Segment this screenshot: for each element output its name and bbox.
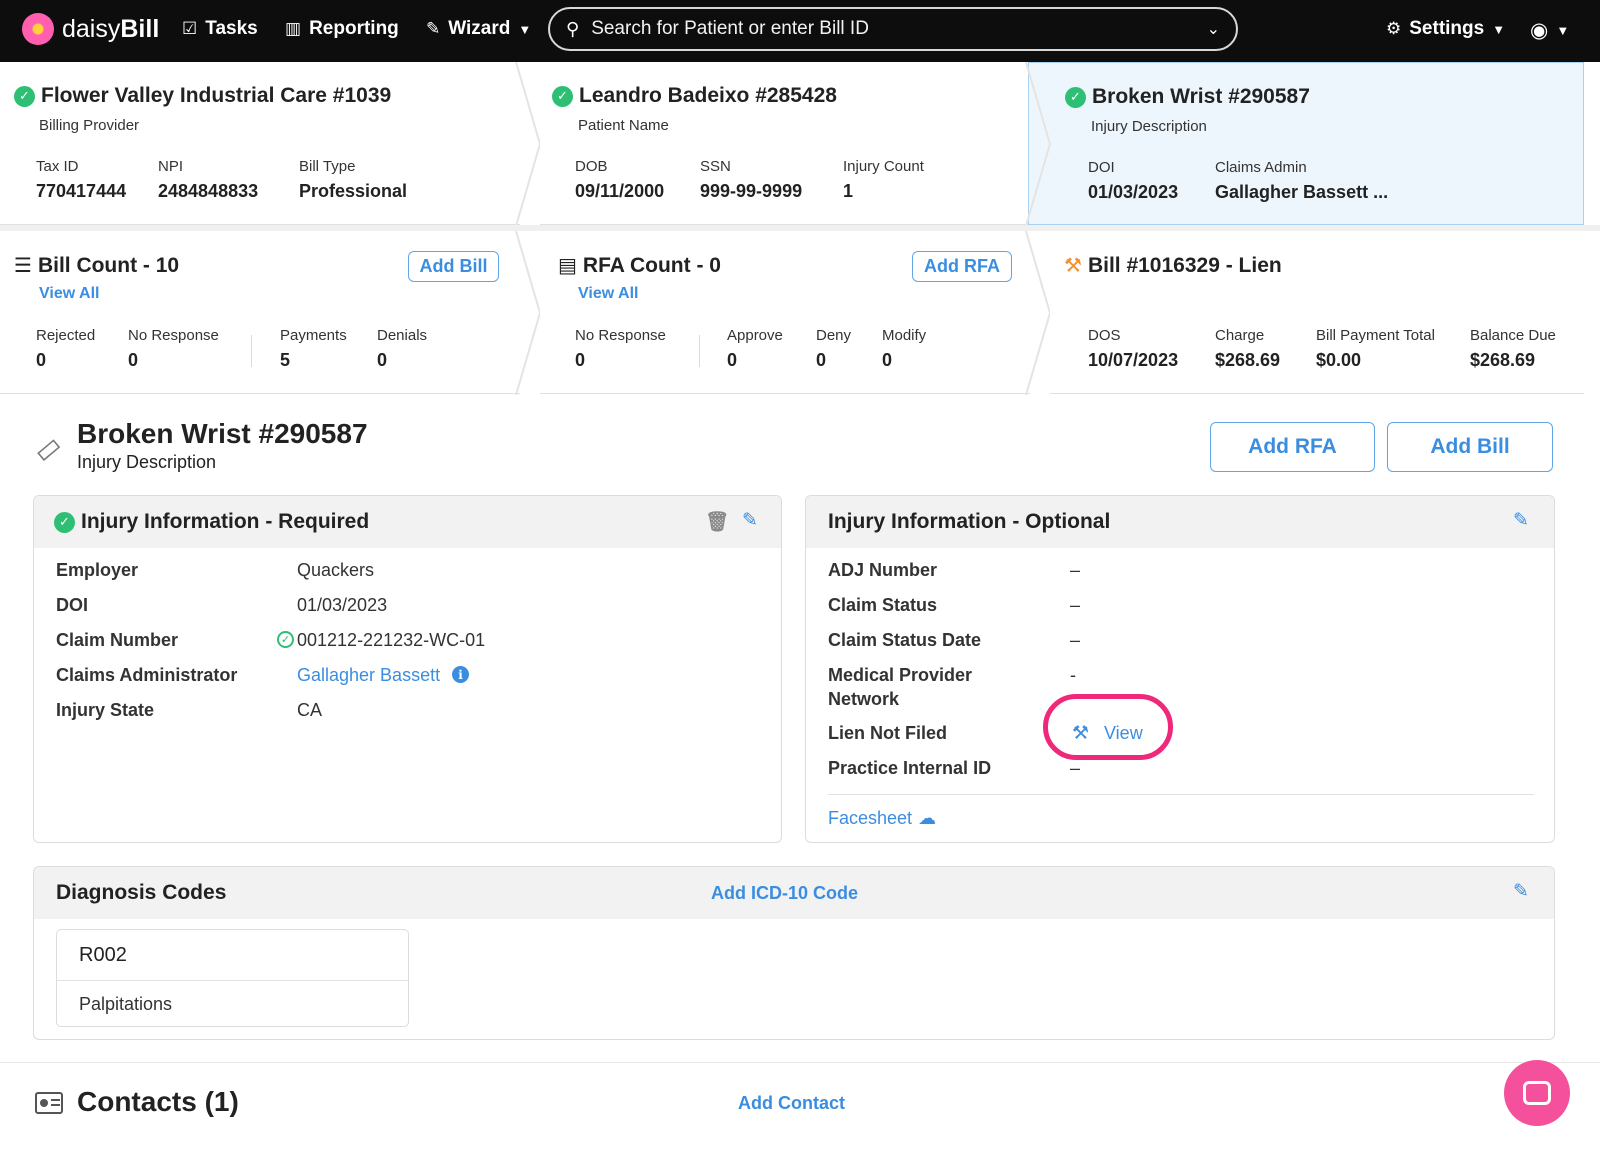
field-payments: Payments 5 <box>280 327 347 370</box>
diagnosis-codes-panel: Diagnosis Codes Add ICD-10 Code ✎ R002 P… <box>33 866 1555 1040</box>
user-menu[interactable]: ◉ ▼ <box>1530 18 1569 43</box>
bar-chart-icon: ▥ <box>285 19 302 38</box>
field-npi: NPI 2484848833 <box>158 158 259 201</box>
daisy-flower-icon <box>22 13 54 45</box>
field-modify: Modify 0 <box>882 327 927 370</box>
panel-header: Injury Information - Optional ✎ <box>806 496 1554 548</box>
diagnosis-code: R002 <box>79 944 127 966</box>
contact-card-icon <box>35 1092 63 1114</box>
search-bar[interactable]: ⚲ ⌄ <box>548 7 1238 51</box>
diagnosis-description: Palpitations <box>79 994 173 1014</box>
nav-settings[interactable]: ⚙ Settings ▼ <box>1386 18 1505 40</box>
divider <box>57 980 408 981</box>
chevron-down-icon[interactable]: ⌄ <box>1207 19 1220 39</box>
brand-name: daisyBill <box>62 14 160 43</box>
field-charge: Charge $268.69 <box>1215 327 1281 370</box>
bills-view-all-link[interactable]: View All <box>39 285 99 303</box>
contacts-title: Contacts (1) <box>77 1086 239 1117</box>
add-contact-link[interactable]: Add Contact <box>738 1093 845 1114</box>
top-nav: daisyBill ☑ Tasks ▥ Reporting ✎ Wizard ▼… <box>0 0 1600 62</box>
nav-wizard[interactable]: ✎ Wizard ▼ <box>426 18 531 40</box>
divider <box>828 794 1534 795</box>
bandage-icon: ▭ <box>27 428 68 469</box>
check-circle-icon: ✓ <box>552 85 573 107</box>
field-no-response: No Response 0 <box>128 327 219 370</box>
chat-icon <box>1523 1081 1551 1105</box>
add-bill-button[interactable]: Add Bill <box>1387 422 1553 472</box>
field-bill-type: Bill Type Professional <box>299 158 408 201</box>
field-dob: DOB 09/11/2000 <box>575 158 665 201</box>
field-rejected: Rejected 0 <box>36 327 96 370</box>
pencil-icon[interactable]: ✎ <box>742 509 758 532</box>
rfa-count-card: ▤ RFA Count - 0 View All Add RFA No Resp… <box>540 231 1030 394</box>
add-rfa-button[interactable]: Add RFA <box>1210 422 1375 472</box>
divider <box>251 335 252 367</box>
field-doi: DOI 01/03/2023 <box>1088 159 1179 202</box>
injury-required-panel: ✓ Injury Information - Required 🗑 ✎ Empl… <box>33 495 782 843</box>
row-medical-provider-network: Medical Provider Network - <box>828 665 1076 709</box>
rfas-view-all-link[interactable]: View All <box>578 285 638 303</box>
lien-view-link[interactable]: View <box>1104 723 1143 744</box>
claims-admin-link[interactable]: Gallagher Bassett <box>297 665 440 686</box>
verified-check-icon: ✓ <box>277 631 294 648</box>
bill-lien-card[interactable]: ⚒ Bill #1016329 - Lien DOS 10/07/2023 Cha… <box>1050 231 1584 394</box>
field-dos: DOS 10/07/2023 <box>1088 327 1179 370</box>
field-ssn: SSN 999-99-9999 <box>700 158 803 201</box>
gavel-icon: ⚒ <box>1064 255 1082 277</box>
search-icon: ⚲ <box>566 18 580 39</box>
field-bill-payment-total: Bill Payment Total $0.00 <box>1316 327 1435 370</box>
bill-count-card: ☰ Bill Count - 10 View All Add Bill Reje… <box>0 231 520 394</box>
field-balance-due: Balance Due $268.69 <box>1470 327 1556 370</box>
check-circle-icon: ✓ <box>54 511 75 533</box>
calculator-icon: ▤ <box>558 255 577 277</box>
gavel-icon: ⚒ <box>1072 723 1090 744</box>
billing-provider-card[interactable]: ✓ Flower Valley Industrial Care #1039 Bi… <box>0 62 520 225</box>
check-circle-icon: ✓ <box>14 85 35 107</box>
field-approve: Approve 0 <box>727 327 783 370</box>
chevron-down-icon: ▼ <box>1492 21 1506 37</box>
injury-card[interactable]: ✓ Broken Wrist #290587 Injury Descriptio… <box>1028 62 1584 225</box>
add-icd10-code-link[interactable]: Add ICD-10 Code <box>711 883 858 904</box>
user-circle-icon: ◉ <box>1530 19 1549 42</box>
card-subtitle: Injury Description <box>1091 118 1207 135</box>
field-deny: Deny 0 <box>816 327 852 370</box>
card-subtitle: Billing Provider <box>39 117 140 134</box>
chat-launcher-button[interactable] <box>1504 1060 1570 1126</box>
trash-icon[interactable]: 🗑 <box>705 510 729 534</box>
gear-icon: ⚙ <box>1386 19 1402 38</box>
add-rfa-button-small[interactable]: Add RFA <box>912 251 1012 282</box>
info-icon[interactable]: i <box>452 666 469 683</box>
card-subtitle: Patient Name <box>578 117 669 134</box>
clipboard-check-icon: ☑ <box>182 19 198 38</box>
field-tax-id: Tax ID 770417444 <box>36 158 127 201</box>
breadcrumb-chevron-active <box>1025 62 1052 226</box>
pencil-icon[interactable]: ✎ <box>1513 880 1529 903</box>
diagnosis-code-card[interactable]: R002 Palpitations <box>56 929 409 1027</box>
divider <box>0 1062 1600 1063</box>
field-denials: Denials 0 <box>377 327 428 370</box>
panel-header: ✓ Injury Information - Required 🗑 ✎ <box>34 496 781 548</box>
cloud-download-icon: ☁ <box>918 808 937 828</box>
page-subtitle: Injury Description <box>77 452 217 472</box>
check-circle-icon: ✓ <box>1065 86 1086 108</box>
panel-header: Diagnosis Codes Add ICD-10 Code ✎ <box>34 867 1554 919</box>
facesheet-link[interactable]: Facesheet ☁ <box>828 808 936 829</box>
field-injury-count: Injury Count 1 <box>843 158 924 201</box>
divider <box>699 335 700 367</box>
chevron-down-icon: ▼ <box>518 21 532 37</box>
field-claims-admin: Claims Admin Gallagher Bassett ... <box>1215 159 1389 202</box>
magic-wand-icon: ✎ <box>426 19 441 38</box>
nav-tasks[interactable]: ☑ Tasks <box>182 18 258 40</box>
patient-card[interactable]: ✓ Leandro Badeixo #285428 Patient Name D… <box>540 62 1030 225</box>
page-title: Broken Wrist #290587 <box>77 418 368 449</box>
daisybill-logo[interactable]: daisyBill <box>22 13 159 45</box>
pencil-icon[interactable]: ✎ <box>1513 509 1529 532</box>
add-bill-button-small[interactable]: Add Bill <box>408 251 499 282</box>
list-icon: ☰ <box>14 255 32 277</box>
field-no-response: No Response 0 <box>575 327 666 370</box>
nav-reporting[interactable]: ▥ Reporting <box>285 18 399 40</box>
chevron-down-icon: ▼ <box>1556 23 1570 38</box>
search-input[interactable] <box>591 18 1207 40</box>
injury-optional-panel: Injury Information - Optional ✎ ADJ Numb… <box>805 495 1555 843</box>
